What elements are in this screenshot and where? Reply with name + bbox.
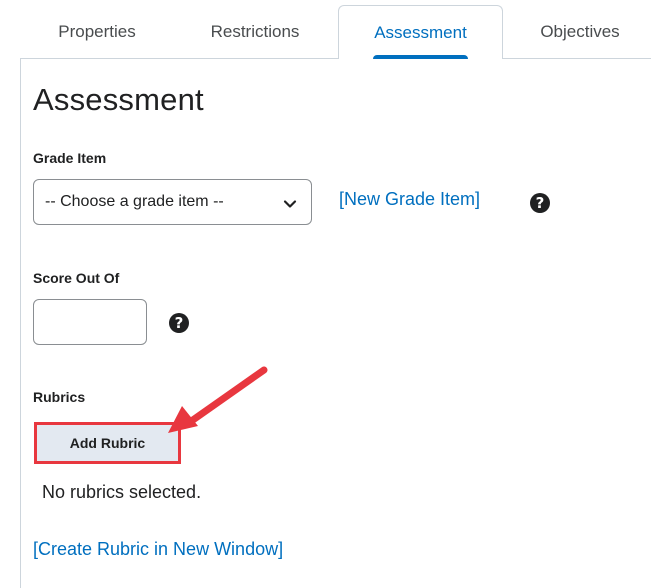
tab-assessment[interactable]: Assessment (338, 5, 503, 59)
rubrics-label: Rubrics (33, 389, 86, 405)
score-out-of-input[interactable] (33, 299, 147, 345)
active-tab-indicator (373, 55, 468, 59)
question-circle-icon[interactable]: ? (169, 313, 189, 333)
tab-bar: Properties Restrictions Assessment Objec… (0, 0, 651, 59)
tab-label: Properties (58, 22, 136, 41)
tab-label: Assessment (374, 23, 467, 42)
new-grade-item-link[interactable]: [New Grade Item] (339, 189, 480, 210)
add-rubric-button[interactable]: Add Rubric (34, 422, 181, 464)
question-circle-icon[interactable]: ? (530, 193, 550, 213)
score-out-of-label: Score Out Of (33, 270, 120, 286)
tab-label: Objectives (540, 22, 620, 41)
chevron-down-icon (283, 200, 297, 208)
create-rubric-link[interactable]: [Create Rubric in New Window] (33, 539, 283, 560)
tab-label: Restrictions (210, 22, 300, 41)
tab-properties[interactable]: Properties (32, 0, 162, 58)
tab-objectives[interactable]: Objectives (515, 0, 645, 58)
no-rubrics-message: No rubrics selected. (42, 482, 202, 502)
page-title: Assessment (33, 82, 204, 117)
grade-item-select[interactable]: -- Choose a grade item -- (33, 179, 312, 225)
grade-item-label: Grade Item (33, 150, 107, 166)
grade-item-selected-value: -- Choose a grade item -- (45, 193, 224, 210)
tab-restrictions[interactable]: Restrictions (190, 0, 320, 58)
